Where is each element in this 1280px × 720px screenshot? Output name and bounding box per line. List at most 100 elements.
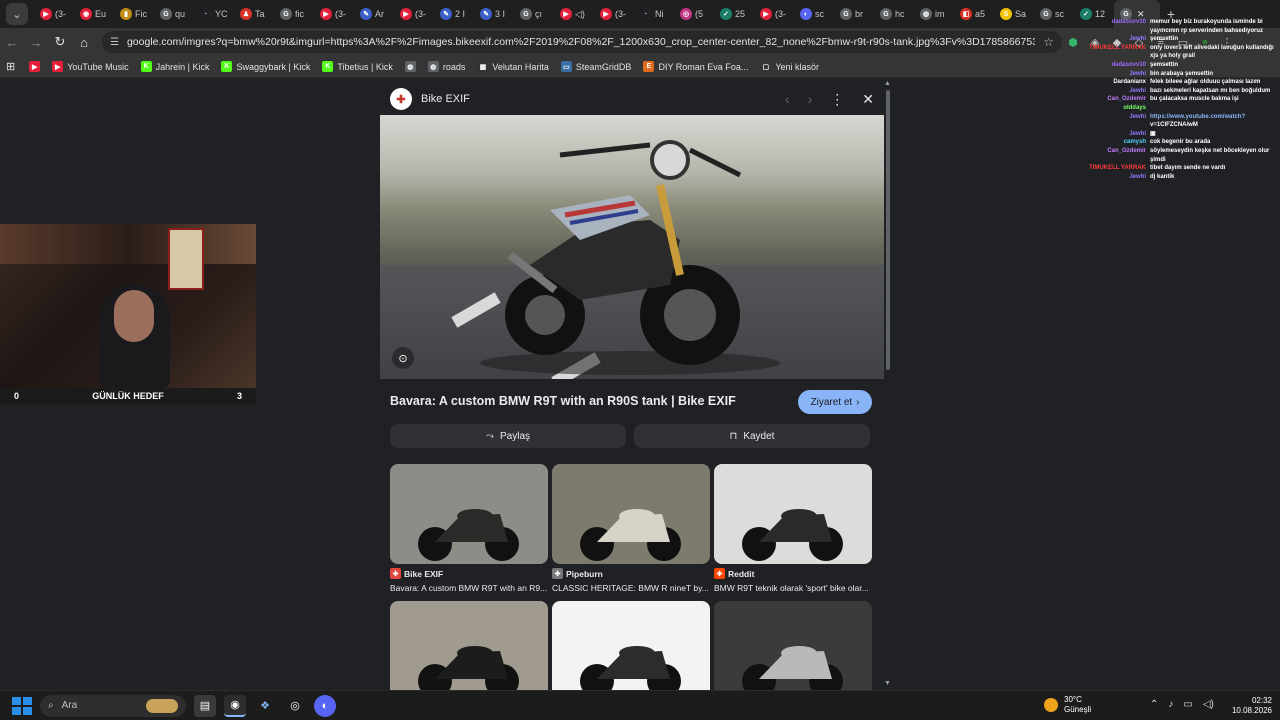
viewer-source-name[interactable]: Bike EXIF bbox=[421, 93, 470, 105]
forward-icon[interactable]: → bbox=[24, 35, 48, 50]
bike-exif-logo[interactable]: ✚ bbox=[390, 88, 412, 110]
volume-icon[interactable]: ◁) bbox=[1203, 699, 1214, 710]
tab-favicon: ♟ bbox=[240, 8, 252, 20]
related-source[interactable]: ✚ Bike EXIF bbox=[390, 568, 443, 579]
bookmark-item[interactable]: K Swaggybark | Kick bbox=[221, 61, 310, 72]
bookmark-item[interactable]: ▭ SteamGridDB bbox=[560, 61, 632, 72]
browser-tab[interactable]: ✎ Ar bbox=[354, 0, 394, 28]
clock-time: 02:32 bbox=[1251, 696, 1272, 705]
browser-tab[interactable]: Gfic bbox=[274, 0, 314, 28]
obs-icon[interactable]: ◎ bbox=[284, 695, 306, 717]
chrome-icon[interactable]: ◉ bbox=[224, 694, 246, 717]
viewer-scrollbar[interactable]: ▲ ▼ bbox=[884, 80, 892, 690]
related-source-icon: ✚ bbox=[390, 568, 401, 579]
related-source[interactable]: ✚ Pipeburn bbox=[552, 568, 603, 579]
related-caption[interactable]: BMW R9T teknik olarak 'sport' bike olar.… bbox=[714, 583, 872, 593]
shield-extension-icon[interactable]: ⬢ bbox=[1062, 36, 1084, 49]
scroll-up-icon[interactable]: ▲ bbox=[884, 80, 891, 87]
related-image-thumbnail[interactable] bbox=[714, 601, 872, 690]
bookmark-item[interactable]: E DIY Roman Eva Foa... bbox=[643, 61, 748, 72]
related-image-thumbnail[interactable] bbox=[552, 464, 710, 564]
home-icon[interactable]: ⌂ bbox=[72, 35, 96, 50]
bookmark-favicon: K bbox=[221, 61, 233, 72]
stream-chat-overlay: dadasovv10 memur bey biz burakoyunda ismi… bbox=[1084, 18, 1280, 181]
scrollbar-thumb[interactable] bbox=[886, 90, 890, 370]
browser-tab[interactable]: ◧ a5 bbox=[954, 0, 994, 28]
browser-tab[interactable]: Ghc bbox=[874, 0, 914, 28]
browser-tab[interactable]: ◎ (5 bbox=[674, 0, 714, 28]
previous-chevron-icon[interactable]: ‹ bbox=[785, 91, 790, 107]
visit-button[interactable]: Ziyaret et › bbox=[798, 390, 872, 414]
bookmark-star-icon[interactable]: ☆ bbox=[1043, 35, 1054, 49]
chat-message: TIMUKELL YARRAK tibet dayım sende ne vard… bbox=[1084, 164, 1280, 173]
reload-icon[interactable]: ↻ bbox=[48, 34, 72, 50]
browser-tab[interactable]: ◉ Eu bbox=[74, 0, 114, 28]
related-caption[interactable]: CLASSIC HERITAGE: BMW R nineT by... bbox=[552, 583, 710, 593]
tab-search-button[interactable]: ⌄ bbox=[6, 3, 28, 25]
next-chevron-icon[interactable]: › bbox=[808, 91, 813, 107]
apps-icon[interactable]: ⊞ bbox=[6, 60, 15, 73]
bookmark-item[interactable]: ▢ Yeni klasör bbox=[760, 61, 819, 72]
related-image-thumbnail[interactable] bbox=[390, 464, 548, 564]
back-icon[interactable]: ← bbox=[0, 35, 24, 50]
browser-tab[interactable]: ✓ 25 bbox=[714, 0, 754, 28]
close-icon[interactable]: ✕ bbox=[862, 91, 874, 108]
network-icon[interactable]: ▭ bbox=[1183, 699, 1192, 710]
share-button[interactable]: ⤳ Paylaş bbox=[390, 424, 626, 448]
browser-tab[interactable]: ✎ 2 I bbox=[434, 0, 474, 28]
more-options-icon[interactable]: ⋮ bbox=[830, 91, 844, 108]
browser-tab[interactable]: ▶ (3- bbox=[594, 0, 634, 28]
chevron-up-icon[interactable]: ⌃ bbox=[1150, 699, 1158, 710]
bookmark-item[interactable]: ▦ Velutan Harita bbox=[477, 61, 549, 72]
bookmark-item[interactable]: ◍ roads bbox=[427, 61, 465, 72]
bookmark-item[interactable]: K Jahrein | Kick bbox=[140, 61, 209, 72]
bookmark-favicon: ◍ bbox=[427, 61, 439, 72]
app-icon[interactable]: ❖ bbox=[254, 695, 276, 717]
save-button[interactable]: ⊓ Kaydet bbox=[634, 424, 870, 448]
image-title[interactable]: Bavara: A custom BMW R9T with an R90S ta… bbox=[390, 394, 790, 408]
related-image-thumbnail[interactable] bbox=[390, 601, 548, 690]
browser-tab[interactable]: Gsc bbox=[1034, 0, 1074, 28]
related-source[interactable]: ✚ Reddit bbox=[714, 568, 754, 579]
related-source-name: Bike EXIF bbox=[404, 568, 444, 579]
windows-start-icon[interactable] bbox=[10, 695, 32, 717]
microphone-icon[interactable]: ♪ bbox=[1168, 699, 1173, 710]
browser-tab[interactable]: ◍ im bbox=[914, 0, 954, 28]
site-info-icon[interactable]: ☰ bbox=[110, 37, 119, 48]
browser-tab[interactable]: ▶ (3- bbox=[34, 0, 74, 28]
browser-tab[interactable]: ▮ Fic bbox=[114, 0, 154, 28]
file-explorer-icon[interactable]: ▤ bbox=[194, 694, 216, 717]
taskbar-search[interactable]: ⌕ Ara bbox=[40, 694, 186, 717]
tab-label: sc bbox=[815, 9, 824, 19]
browser-tab[interactable]: ▶ (3- bbox=[394, 0, 434, 28]
related-caption[interactable]: Bavara: A custom BMW R9T with an R9... bbox=[390, 583, 548, 593]
browser-tab[interactable]: Gbr bbox=[834, 0, 874, 28]
browser-tab[interactable]: Gqu bbox=[154, 0, 194, 28]
browser-tab[interactable]: · Ni bbox=[634, 0, 674, 28]
address-bar[interactable]: ☰ google.com/imgres?q=bmw%20r9t&imgurl=h… bbox=[102, 31, 1062, 53]
browser-tab[interactable]: S Sa bbox=[994, 0, 1034, 28]
browser-tab[interactable]: ♟ Ta bbox=[234, 0, 274, 28]
bookmark-item[interactable]: ▶ bbox=[29, 61, 41, 72]
scroll-down-icon[interactable]: ▼ bbox=[884, 680, 891, 687]
browser-tab[interactable]: ▶ (3- bbox=[314, 0, 354, 28]
discord-icon[interactable]: ◐ bbox=[314, 694, 336, 717]
related-image-thumbnail[interactable] bbox=[714, 464, 872, 564]
browser-tab[interactable]: ▶ (3- bbox=[754, 0, 794, 28]
main-image[interactable]: ⊙ bbox=[380, 115, 884, 379]
browser-tab[interactable]: ◐ sc bbox=[794, 0, 834, 28]
chat-username bbox=[1084, 156, 1150, 165]
browser-tab[interactable]: · YC bbox=[194, 0, 234, 28]
browser-tab[interactable]: Gçı bbox=[514, 0, 554, 28]
browser-tab[interactable]: ▶ ◁) bbox=[554, 0, 594, 28]
taskbar-clock[interactable]: 02:32 10.08.2026 bbox=[1228, 696, 1272, 716]
bookmark-item[interactable]: ▶ YouTube Music bbox=[52, 61, 129, 72]
bookmark-favicon: K bbox=[322, 61, 334, 72]
bookmark-item[interactable]: ◍ bbox=[404, 61, 416, 72]
bookmark-item[interactable]: K Tibetius | Kick bbox=[322, 61, 393, 72]
browser-tab[interactable]: ✎ 3 I bbox=[474, 0, 514, 28]
google-lens-icon[interactable]: ⊙ bbox=[392, 347, 414, 369]
weather-widget[interactable]: 30°C Güneşli bbox=[1044, 695, 1091, 715]
bookmark-label: SteamGridDB bbox=[575, 61, 632, 72]
related-image-thumbnail[interactable] bbox=[552, 601, 710, 690]
